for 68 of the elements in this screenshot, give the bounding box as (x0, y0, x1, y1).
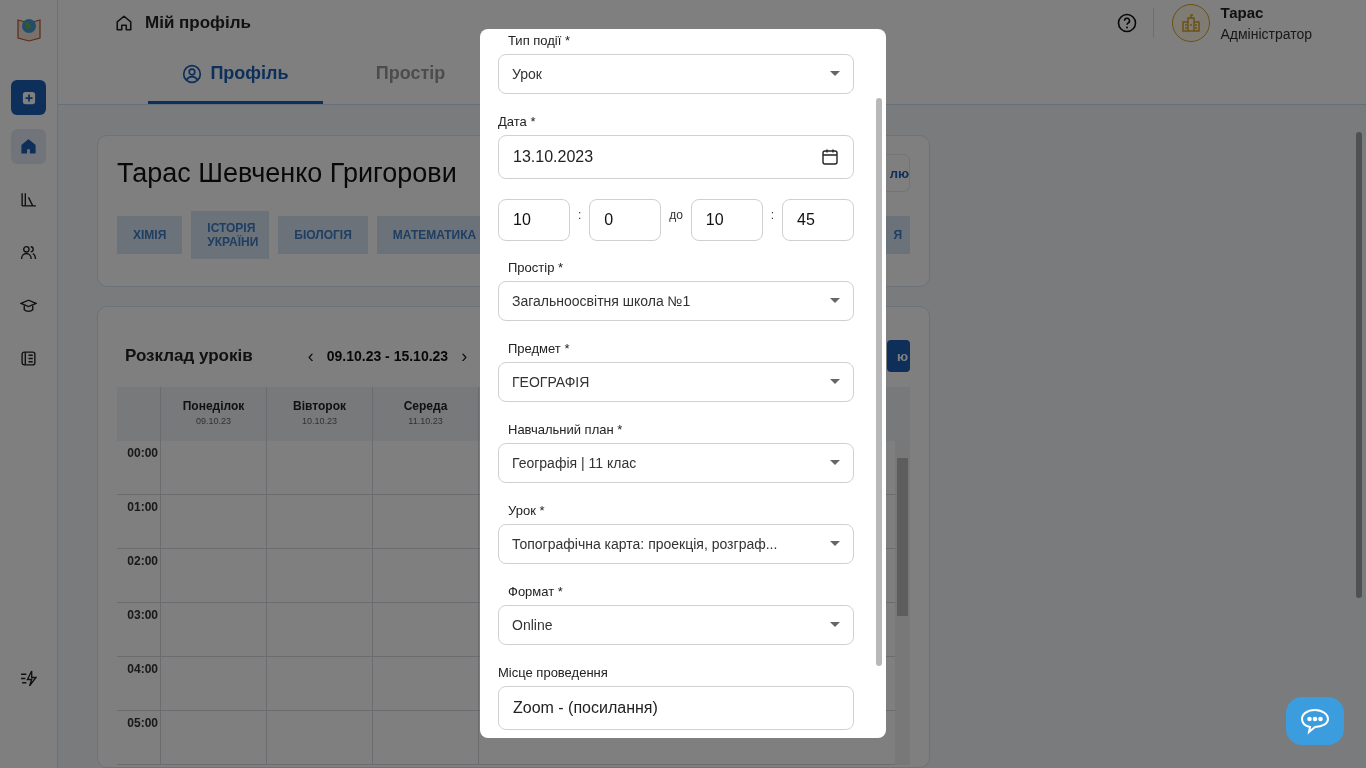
hour-label: 01:00 (126, 499, 159, 516)
hour-label: 03:00 (126, 607, 159, 624)
location-field[interactable]: Zoom - (посилання) (498, 686, 854, 730)
time-field[interactable]: 0 (589, 199, 662, 241)
caret-icon (830, 541, 840, 547)
hour-label: 05:00 (126, 715, 159, 732)
subject-tag: ХІМІЯ (117, 216, 183, 254)
graduation-cap-icon (20, 297, 37, 314)
field-label: Формат * (507, 584, 564, 600)
user-role: Адміністратор (1220, 26, 1312, 43)
select-field[interactable]: Урок (498, 54, 854, 94)
select-field[interactable]: Online (498, 605, 854, 645)
home-nav-button[interactable] (11, 129, 46, 164)
building-icon (1181, 13, 1202, 34)
help-icon[interactable] (1117, 13, 1138, 34)
field-label: Тип події * (507, 33, 572, 49)
chat-icon (1299, 707, 1331, 735)
field-label: Простір * (507, 260, 565, 276)
select-field[interactable]: Загальноосвітня школа №1 (498, 281, 854, 321)
time-field[interactable]: 10 (690, 199, 763, 241)
caret-icon (830, 379, 840, 385)
schedule-title: Розклад уроків (125, 346, 253, 366)
person-name: Тарас Шевченко Григорови (117, 157, 457, 189)
home-icon (20, 138, 37, 155)
plus-icon (21, 90, 36, 105)
hour-label: 04:00 (126, 661, 159, 678)
people-icon (20, 244, 37, 261)
user-icon (182, 63, 203, 84)
field-label: Урок * (507, 503, 546, 519)
field-label: Предмет * (507, 341, 571, 357)
time-separator: до (669, 208, 683, 222)
time-separator: : (770, 208, 775, 222)
subject-tag: ІСТОРІЯ УКРАЇНИ (191, 211, 270, 259)
scrollbar[interactable] (876, 98, 882, 666)
select-field[interactable]: Топографічна карта: проекція, розграф... (498, 524, 854, 564)
hour-label: 02:00 (126, 553, 159, 570)
select-field[interactable]: ГЕОГРАФІЯ (498, 362, 854, 402)
week-range: 09.10.23 - 15.10.23 (326, 348, 449, 364)
page-title: Мій профіль (145, 13, 251, 34)
caret-icon (830, 298, 840, 304)
day-header: Вівторок 10.10.23 (266, 387, 372, 441)
day-header: Понеділок 09.10.23 (160, 387, 266, 441)
next-week-button[interactable]: › (454, 345, 475, 367)
select-field[interactable]: Географія | 11 клас (498, 443, 854, 483)
subject-tag: БІОЛОГІЯ (278, 216, 368, 254)
time-separator: : (577, 208, 582, 222)
caret-icon (830, 71, 840, 77)
time-field[interactable]: 45 (782, 199, 854, 241)
previous-week-button[interactable]: ‹ (300, 345, 321, 367)
date-field[interactable]: 13.10.2023 (498, 135, 854, 179)
user-name: Тарас (1220, 4, 1265, 22)
lightning-icon (20, 670, 37, 687)
caret-icon (830, 622, 840, 628)
books-icon (20, 191, 37, 208)
field-label: Місце проведення (498, 665, 609, 681)
caret-icon (830, 460, 840, 466)
scrollbar[interactable] (895, 441, 910, 765)
notebook-icon (20, 350, 37, 367)
add-nav-button[interactable] (11, 80, 46, 115)
scrollbar[interactable] (1356, 132, 1362, 598)
field-label: Навчальний план * (507, 422, 624, 438)
calendar-icon (821, 148, 839, 166)
chat-button[interactable] (1286, 697, 1344, 745)
field-label: Дата * (498, 114, 537, 130)
home-icon (115, 14, 133, 33)
day-header: Середа 11.10.23 (372, 387, 478, 441)
hour-label: 00:00 (126, 445, 159, 462)
time-field[interactable]: 10 (498, 199, 570, 241)
